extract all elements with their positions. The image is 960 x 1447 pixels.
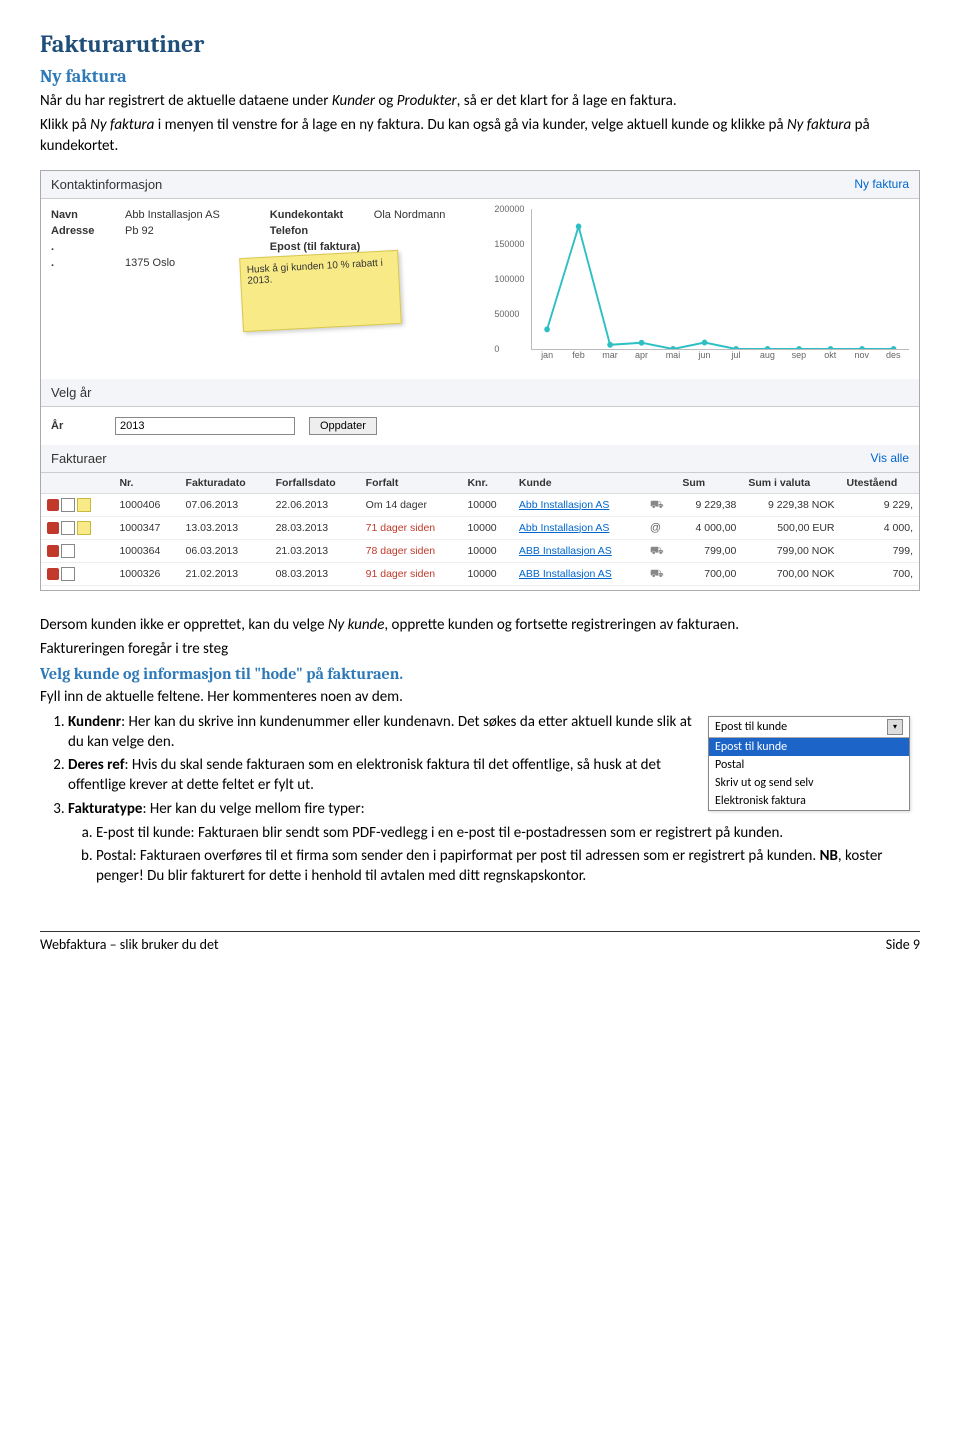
panel-header: Kontaktinformasjon Ny faktura [41, 171, 919, 199]
info-col-left: NavnAbb Installasjon AS AdressePb 92 . .… [51, 209, 220, 369]
dropdown-selected: Epost til kunde [715, 720, 787, 734]
year-label: År [51, 420, 101, 432]
list-item: Fakturatype: Her kan du velge mellom fir… [68, 799, 920, 887]
chevron-down-icon[interactable]: ▾ [887, 719, 903, 735]
table-row[interactable]: 100036406.03.201321.03.201378 dager side… [41, 539, 919, 562]
delivery-icon: @ [650, 522, 664, 534]
table-header: Forfalt [360, 473, 462, 494]
table-header: Forfallsdato [270, 473, 360, 494]
panel-header: Velg år [41, 379, 919, 407]
table-header: Knr. [461, 473, 512, 494]
delivery-icon [650, 545, 664, 557]
heading-2: Ny faktura [40, 66, 920, 87]
table-row[interactable]: 100034713.03.201328.03.201371 dager side… [41, 516, 919, 539]
paragraph: Klikk på Ny faktura i menyen til venstre… [40, 115, 920, 156]
note-icon[interactable] [77, 521, 91, 535]
delivery-icon [650, 568, 664, 580]
table-header: Nr. [113, 473, 179, 494]
note-icon[interactable] [77, 498, 91, 512]
table-header [41, 473, 113, 494]
pdf-icon[interactable] [47, 545, 59, 557]
table-header: Sum [676, 473, 742, 494]
heading-3: Velg kunde og informasjon til "hode" på … [40, 665, 920, 683]
list-item: E-post til kunde: Fakturaen blir sendt s… [96, 823, 920, 843]
screenshot-kontaktinfo: Kontaktinformasjon Ny faktura NavnAbb In… [40, 170, 920, 591]
list-item: Postal: Fakturaen overføres til et firma… [96, 846, 920, 887]
paragraph: Dersom kunden ikke er opprettet, kan du … [40, 615, 920, 635]
vis-alle-link[interactable]: Vis alle [871, 451, 909, 466]
panel-title: Velg år [51, 385, 91, 400]
delivery-icon [650, 499, 664, 511]
pdf-icon[interactable] [47, 499, 59, 511]
fakturatype-dropdown[interactable]: Epost til kunde ▾ Epost til kundePostalS… [708, 716, 910, 811]
table-header: Sum i valuta [742, 473, 840, 494]
pdf-icon[interactable] [47, 522, 59, 534]
dropdown-option[interactable]: Elektronisk faktura [709, 792, 909, 810]
page-icon[interactable] [61, 567, 75, 581]
footer-right: Side 9 [886, 936, 920, 953]
fakturaer-table: Nr.FakturadatoForfallsdatoForfaltKnr.Kun… [41, 473, 919, 586]
table-header: Fakturadato [180, 473, 270, 494]
heading-1: Fakturarutiner [40, 30, 920, 58]
table-header: Kunde [513, 473, 644, 494]
chart: 050000100000150000200000 janfebmaraprmai… [475, 209, 909, 369]
page-footer: Webfaktura – slik bruker du det Side 9 [40, 931, 920, 953]
update-button[interactable]: Oppdater [309, 417, 377, 435]
pdf-icon[interactable] [47, 568, 59, 580]
panel-title: Fakturaer [51, 451, 107, 466]
page-icon[interactable] [61, 544, 75, 558]
footer-left: Webfaktura – slik bruker du det [40, 936, 219, 953]
sticky-note: Husk å gi kunden 10 % rabatt i 2013. [239, 250, 402, 332]
table-header [644, 473, 676, 494]
paragraph: Fyll inn de aktuelle feltene. Her kommen… [40, 687, 920, 707]
dropdown-option[interactable]: Postal [709, 756, 909, 774]
panel-header: Fakturaer Vis alle [41, 445, 919, 473]
paragraph: Når du har registrert de aktuelle dataen… [40, 91, 920, 111]
ny-faktura-link[interactable]: Ny faktura [854, 177, 909, 192]
dropdown-option[interactable]: Epost til kunde [709, 738, 909, 756]
page-icon[interactable] [61, 521, 75, 535]
table-row[interactable]: 100040607.06.201322.06.2013Om 14 dager10… [41, 493, 919, 516]
paragraph: Faktureringen foregår i tre steg [40, 639, 920, 659]
dropdown-option[interactable]: Skriv ut og send selv [709, 774, 909, 792]
table-row[interactable]: 100032621.02.201308.03.201391 dager side… [41, 562, 919, 585]
table-header: Uteståend [841, 473, 920, 494]
panel-title: Kontaktinformasjon [51, 177, 162, 192]
year-input[interactable] [115, 417, 295, 435]
page-icon[interactable] [61, 498, 75, 512]
